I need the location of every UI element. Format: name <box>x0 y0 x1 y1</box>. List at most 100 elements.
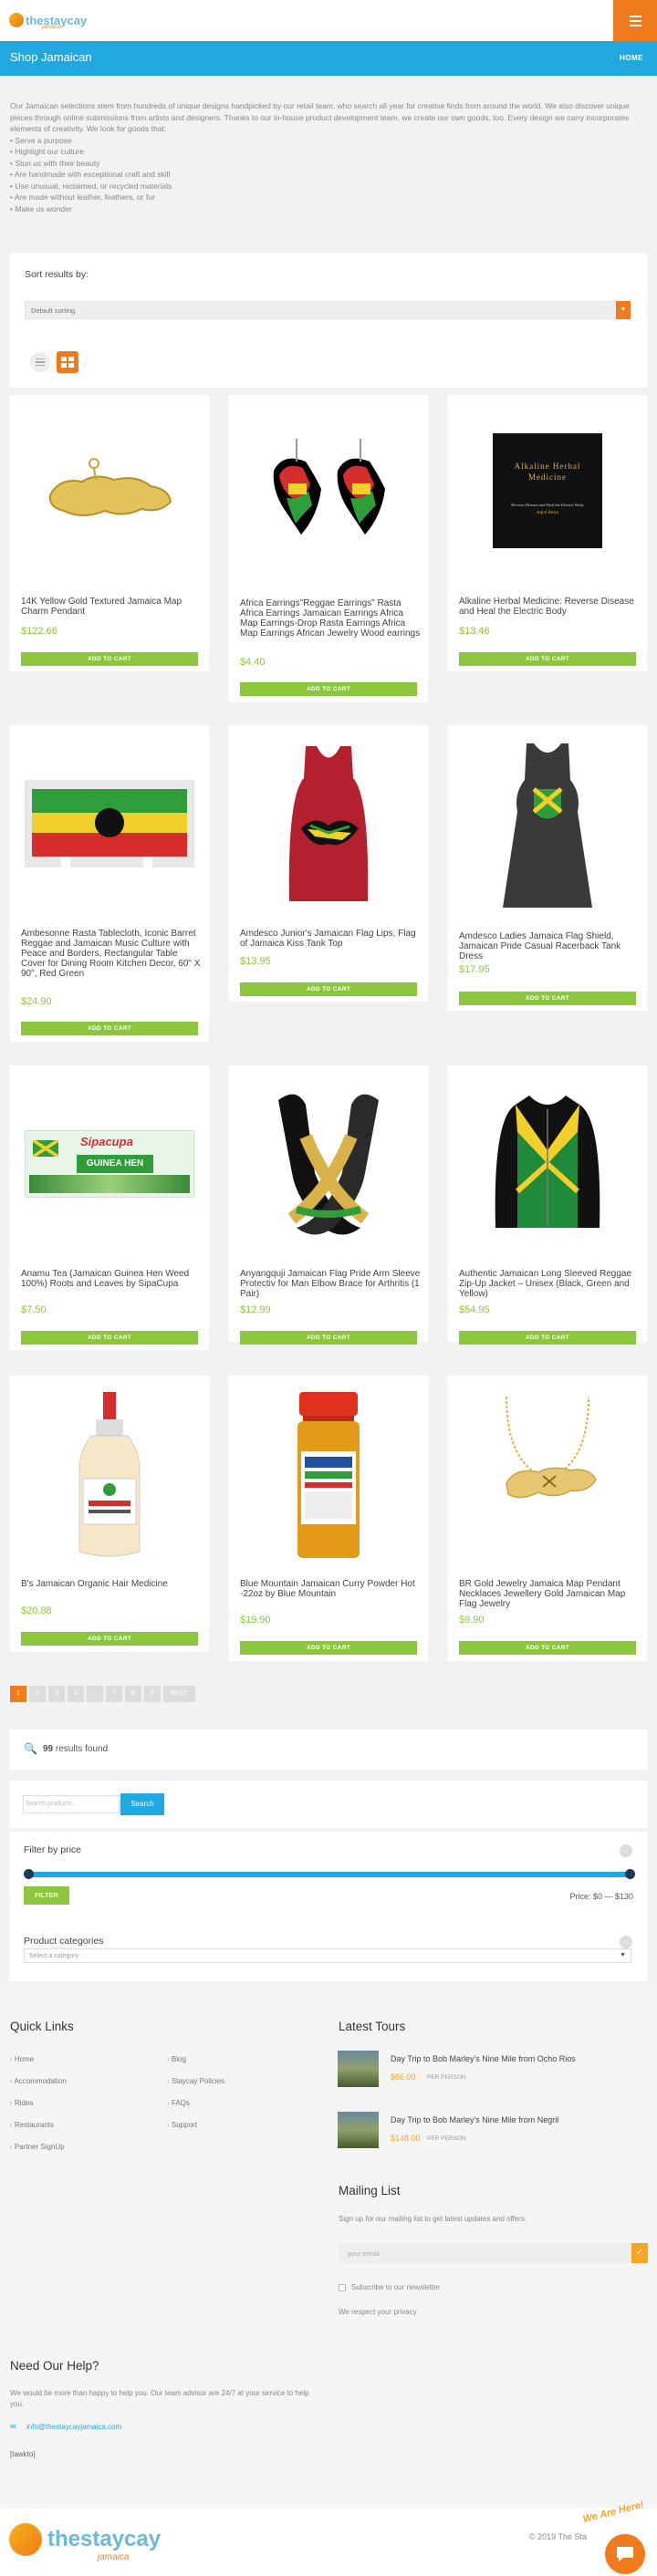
add-to-cart-button[interactable]: ADD TO CART <box>459 1331 636 1345</box>
help-email-link[interactable]: info@thestaycayjamaica.com <box>26 2423 121 2431</box>
subscribe-checkbox[interactable] <box>339 2283 346 2291</box>
hamburger-icon[interactable] <box>613 0 657 41</box>
sort-select[interactable]: Default sorting ▼ <box>25 301 631 319</box>
product-price: $13.95 <box>240 956 271 967</box>
footer-link-policies[interactable]: Staycay Policies <box>167 2077 224 2085</box>
footer-link-faqs[interactable]: FAQs <box>167 2099 190 2107</box>
add-to-cart-button[interactable]: ADD TO CART <box>21 1022 198 1035</box>
footer-link-blog[interactable]: Blog <box>167 2055 186 2063</box>
footer-link-rides[interactable]: Rides <box>10 2099 33 2107</box>
add-to-cart-button[interactable]: ADD TO CART <box>240 1641 417 1655</box>
sort-selected-value: Default sorting <box>31 306 76 315</box>
product-name[interactable]: Blue Mountain Jamaican Curry Powder Hot … <box>240 1579 422 1599</box>
add-to-cart-button[interactable]: ADD TO CART <box>459 652 636 666</box>
page-link[interactable]: 1 <box>10 1686 26 1702</box>
site-logo[interactable]: thestaycay jamaica <box>9 7 87 33</box>
page-link[interactable]: 2 <box>29 1686 46 1702</box>
product-name[interactable]: Anyangquji Jamaican Flag Pride Arm Sleev… <box>240 1269 422 1299</box>
product-name[interactable]: BR Gold Jewelry Jamaica Map Pendant Neck… <box>459 1579 641 1609</box>
chevron-down-icon[interactable]: ▼ <box>616 301 631 319</box>
product-name[interactable]: 14K Yellow Gold Textured Jamaica Map Cha… <box>21 597 203 617</box>
product-name[interactable]: Alkaline Herbal Medicine: Reverse Diseas… <box>459 597 641 617</box>
page-link[interactable]: 8 <box>125 1686 141 1702</box>
product-image[interactable]: Alkaline Herbal Medicine Reverse Disease… <box>448 395 647 587</box>
tour-thumbnail[interactable] <box>338 2112 379 2148</box>
product-name[interactable]: Anamu Tea (Jamaican Guinea Hen Weed 100%… <box>21 1269 203 1289</box>
product-name[interactable]: B's Jamaican Organic Hair Medicine <box>21 1579 203 1589</box>
shop-intro: Our Jamaican selections stem from hundre… <box>10 100 640 214</box>
add-to-cart-button[interactable]: ADD TO CART <box>240 682 417 696</box>
book-author: Aqiyl Aniys <box>536 511 559 515</box>
chat-icon[interactable] <box>605 2534 645 2574</box>
page-link[interactable]: 4 <box>68 1686 84 1702</box>
footer-link-restaurants[interactable]: Restaurants <box>10 2121 54 2129</box>
product-image[interactable] <box>229 395 428 591</box>
checkmark-icon[interactable]: ✓ <box>631 2243 648 2263</box>
slider-min-handle[interactable] <box>24 1869 34 1879</box>
page-ellipsis: ... <box>87 1686 103 1702</box>
add-to-cart-button[interactable]: ADD TO CART <box>21 1632 198 1646</box>
product-image[interactable] <box>448 1376 647 1572</box>
product-image[interactable] <box>229 725 428 921</box>
product-image[interactable] <box>10 395 209 587</box>
product-image[interactable] <box>10 725 209 921</box>
product-image[interactable]: Sipacupa GUINEA HEN <box>10 1065 209 1262</box>
book-title: Alkaline Herbal Medicine <box>514 462 581 482</box>
results-text: results found <box>55 1744 109 1754</box>
slider-max-handle[interactable] <box>625 1869 635 1879</box>
envelope-icon: ✉ <box>10 2423 16 2431</box>
product-image[interactable] <box>229 1065 428 1262</box>
mailing-text: Sign up for our mailing list to get late… <box>339 2215 527 2223</box>
tour-name[interactable]: Day Trip to Bob Marley's Nine Mile from … <box>391 2054 576 2063</box>
product-image[interactable] <box>229 1376 428 1572</box>
tour-thumbnail[interactable] <box>338 2051 379 2087</box>
intro-paragraph: Our Jamaican selections stem from hundre… <box>10 101 630 133</box>
product-name[interactable]: Africa Earrings"Reggae Earrings" Rasta A… <box>240 598 422 639</box>
grid-view-icon[interactable] <box>57 351 78 373</box>
tour-item[interactable]: Day Trip to Bob Marley's Nine Mile from … <box>338 2051 648 2087</box>
product-image[interactable] <box>448 725 647 926</box>
add-to-cart-button[interactable]: ADD TO CART <box>459 992 636 1005</box>
list-view-icon[interactable] <box>30 352 50 372</box>
category-select[interactable]: Select a category ▼ <box>24 1948 631 1963</box>
add-to-cart-button[interactable]: ADD TO CART <box>459 1641 636 1655</box>
tour-per: PER PERSON <box>427 2135 466 2142</box>
filter-button[interactable]: FILTER <box>24 1886 69 1905</box>
product-card: Sipacupa GUINEA HEN Anamu Tea (Jamaican … <box>10 1065 209 1350</box>
add-to-cart-button[interactable]: ADD TO CART <box>21 1331 198 1345</box>
footer-link-accommodation[interactable]: Accommodation <box>10 2077 66 2085</box>
footer-link-partner-signup[interactable]: Partner SignUp <box>10 2143 65 2151</box>
breadcrumb-home-link[interactable]: HOME <box>620 54 643 62</box>
product-price: $24.90 <box>21 996 52 1007</box>
product-name[interactable]: Ambesonne Rasta Tablecloth, Iconic Barre… <box>21 929 203 979</box>
collapse-icon[interactable]: – <box>620 1936 632 1948</box>
email-input[interactable]: your email <box>339 2243 633 2263</box>
tawkto-shortcode: [tawkto] <box>10 2450 36 2458</box>
page-link[interactable]: 3 <box>48 1686 65 1702</box>
sort-panel: Sort results by: Default sorting ▼ <box>10 253 647 388</box>
tour-item[interactable]: Day Trip to Bob Marley's Nine Mile from … <box>338 2112 648 2148</box>
collapse-icon[interactable]: – <box>620 1844 632 1857</box>
tour-name[interactable]: Day Trip to Bob Marley's Nine Mile from … <box>391 2115 558 2124</box>
latest-tours-title: Latest Tours <box>339 2020 406 2033</box>
footer-link-support[interactable]: Support <box>167 2121 197 2129</box>
product-image[interactable] <box>448 1065 647 1262</box>
footer-logo[interactable]: thestaycay jamaica <box>9 2523 161 2562</box>
product-name[interactable]: Amdesco Junior's Jamaican Flag Lips, Fla… <box>240 929 422 949</box>
subscribe-option[interactable]: Subscribe to our newsletter <box>339 2283 440 2291</box>
add-to-cart-button[interactable]: ADD TO CART <box>21 652 198 666</box>
page-link[interactable]: 9 <box>144 1686 161 1702</box>
page-link[interactable]: 7 <box>106 1686 122 1702</box>
search-button[interactable]: Search <box>120 1793 164 1815</box>
product-name[interactable]: Amdesco Ladies Jamaica Flag Shield, Jama… <box>459 931 641 961</box>
add-to-cart-button[interactable]: ADD TO CART <box>240 1331 417 1345</box>
footer-link-home[interactable]: Home <box>10 2055 34 2063</box>
product-name[interactable]: Authentic Jamaican Long Sleeved Reggae Z… <box>459 1269 641 1299</box>
price-slider[interactable] <box>24 1869 635 1879</box>
next-page-button[interactable]: NEXT <box>163 1686 195 1702</box>
add-to-cart-button[interactable]: ADD TO CART <box>240 982 417 996</box>
privacy-note: We respect your privacy <box>339 2308 417 2316</box>
product-image[interactable] <box>10 1376 209 1572</box>
search-input[interactable]: Search products... <box>23 1795 120 1813</box>
intro-bullets: Serve a purpose Highlight our culture St… <box>10 135 640 215</box>
